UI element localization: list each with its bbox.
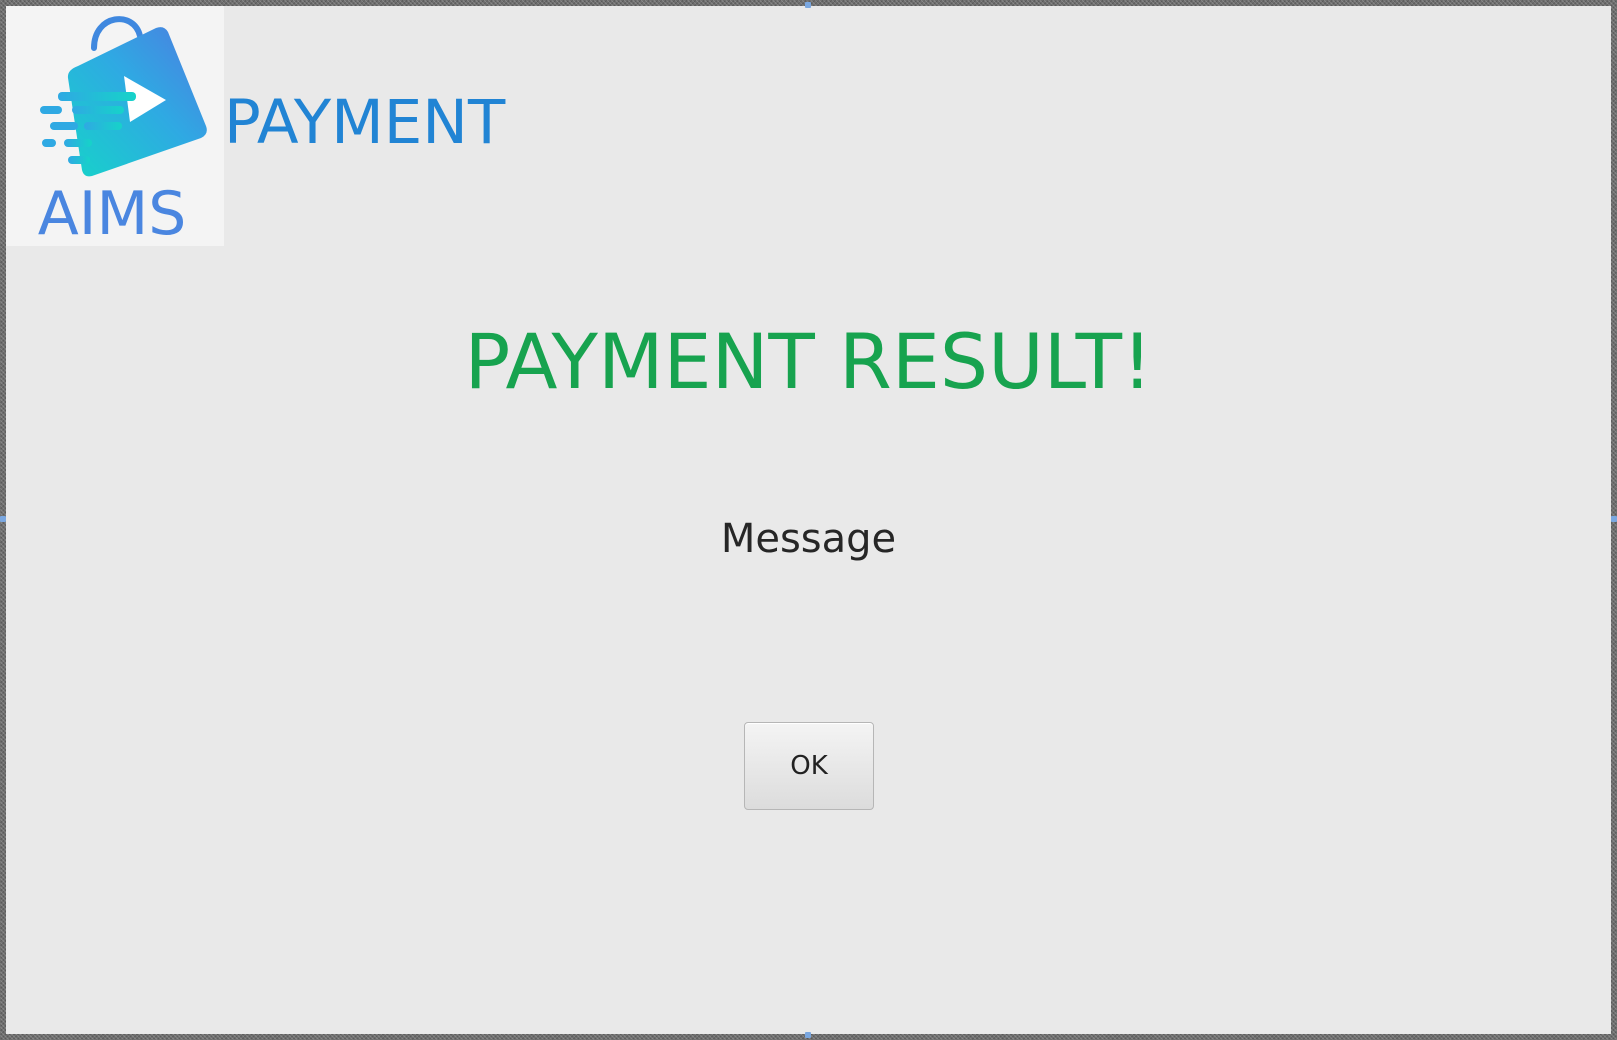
page-title: PAYMENT [224,87,506,158]
ok-button[interactable]: OK [744,722,874,810]
result-message: Message [720,516,897,562]
logo-text: AIMS [38,179,187,246]
resize-handle-left[interactable] [0,516,6,522]
resize-handle-right[interactable] [1611,516,1617,522]
aims-logo: AIMS [6,6,224,246]
resize-handle-top[interactable] [805,2,811,8]
result-title: PAYMENT RESULT! [464,317,1153,406]
shopping-bag-arrow-icon: AIMS [38,16,207,246]
payment-window: AIMS PAYMENT PAYMENT RESULT! Message OK [6,6,1611,1034]
resize-handle-bottom[interactable] [805,1032,811,1038]
